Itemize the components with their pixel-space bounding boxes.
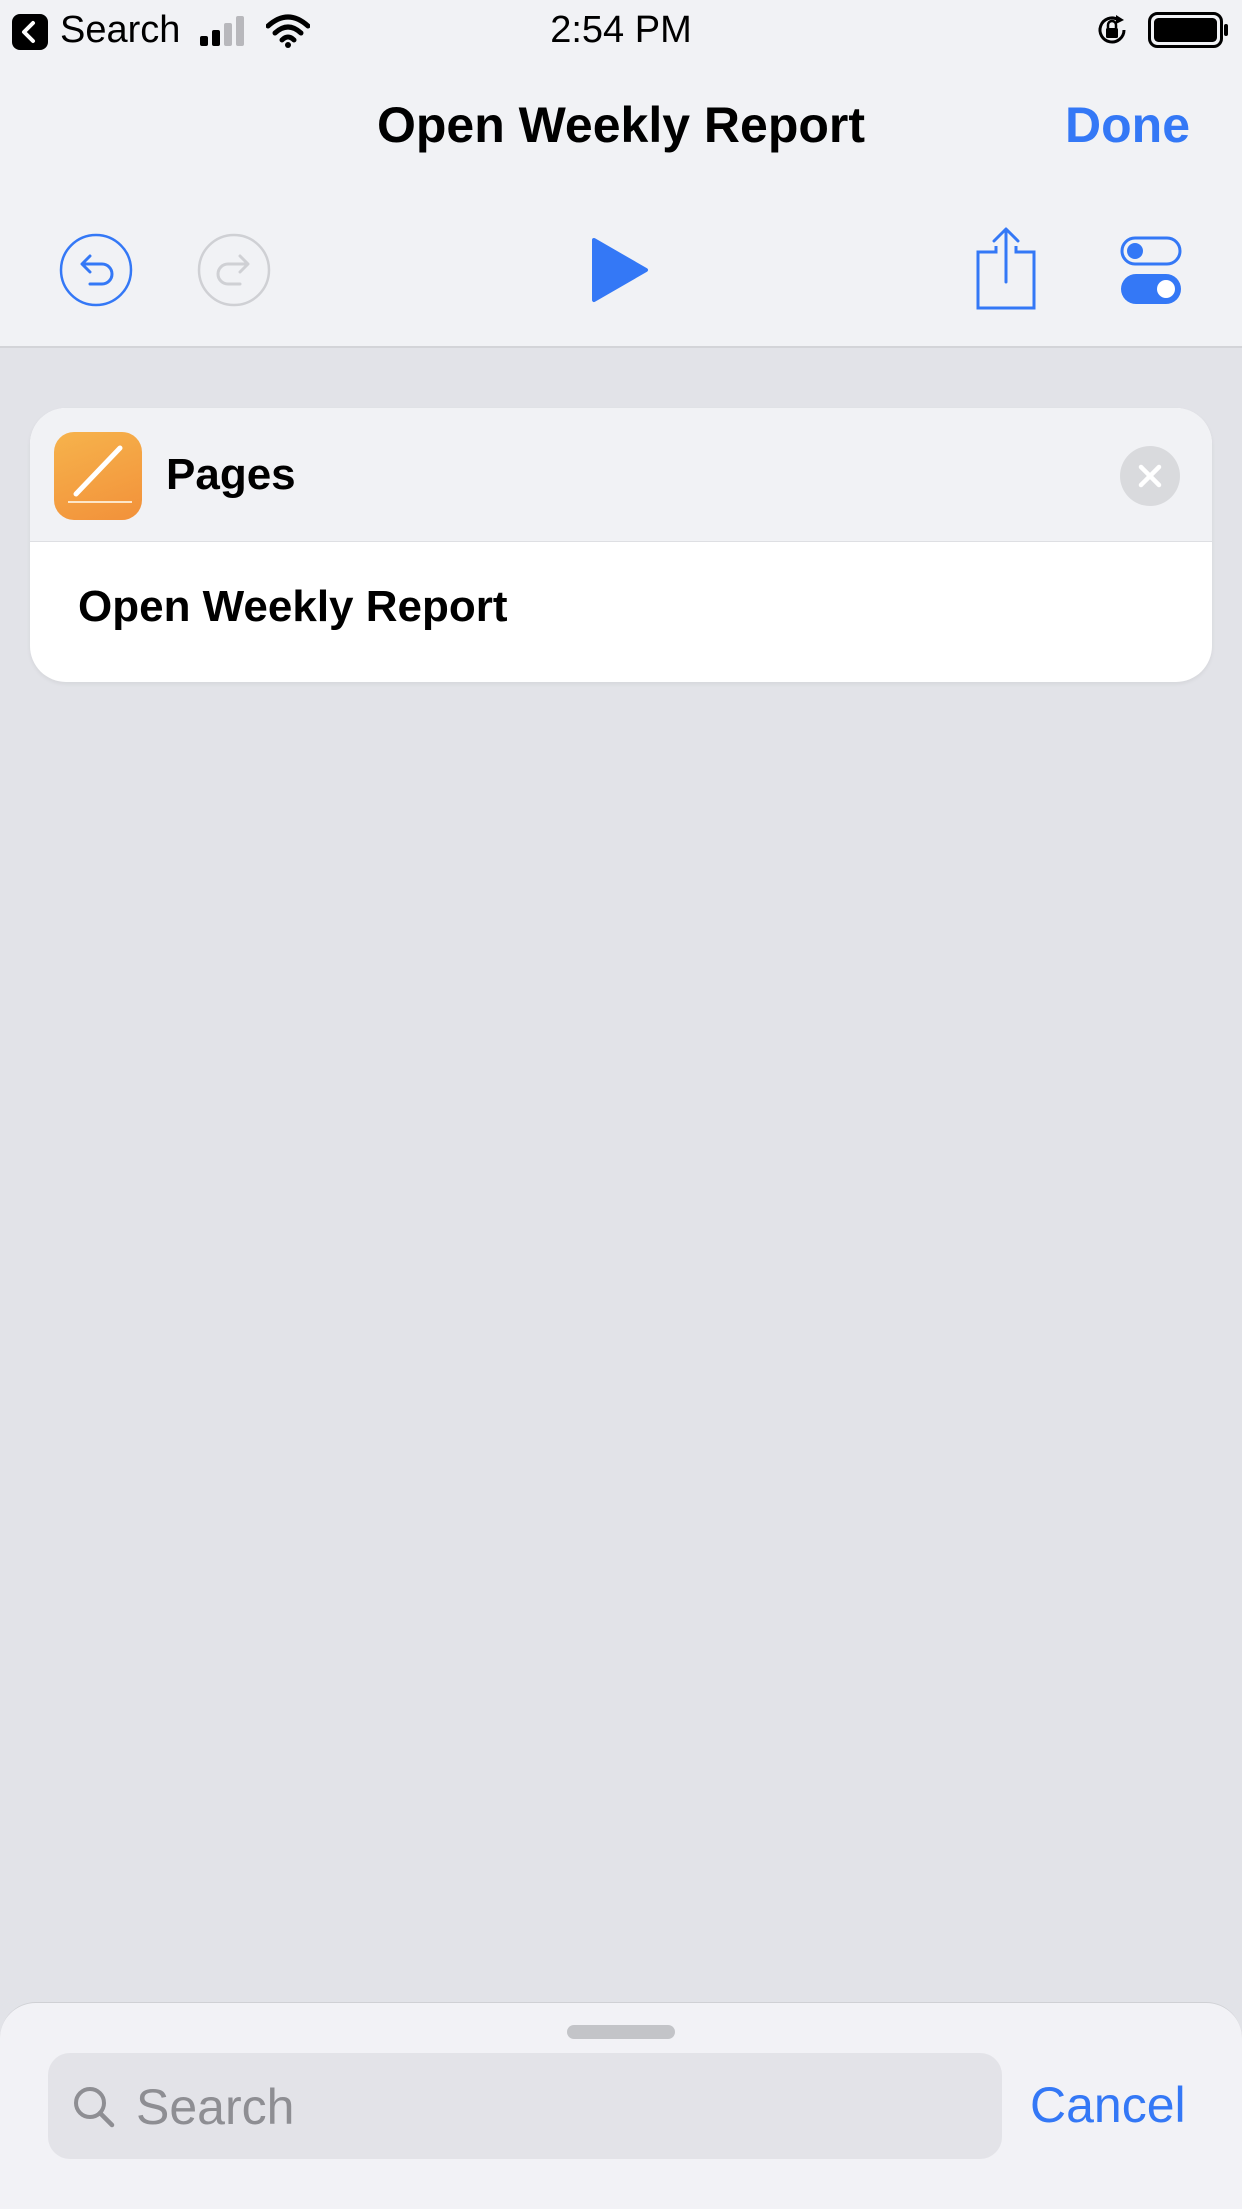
search-input[interactable]: Search	[48, 2053, 1002, 2159]
status-bar: Search 2:54 PM	[0, 0, 1242, 60]
status-back-label[interactable]: Search	[60, 8, 180, 52]
play-icon[interactable]	[590, 236, 650, 304]
action-card[interactable]: Pages Open Weekly Report	[30, 408, 1212, 682]
battery-icon	[1148, 12, 1228, 48]
status-time: 2:54 PM	[550, 9, 692, 51]
bottom-sheet: Search Cancel	[0, 2002, 1242, 2209]
page-title: Open Weekly Report	[376, 97, 866, 153]
action-card-header: Pages	[30, 408, 1212, 542]
undo-icon[interactable]	[58, 232, 134, 308]
wifi-icon	[266, 14, 310, 48]
back-arrow-icon[interactable]	[12, 14, 48, 50]
action-app-name: Pages	[166, 450, 296, 499]
orientation-lock-icon	[1098, 15, 1126, 44]
search-placeholder: Search	[136, 2079, 295, 2135]
settings-toggle-icon[interactable]	[1120, 234, 1182, 306]
remove-action-button[interactable]	[1120, 446, 1180, 506]
cancel-button[interactable]: Cancel	[1030, 2075, 1186, 2135]
redo-icon[interactable]	[196, 232, 272, 308]
cellular-signal-icon	[200, 16, 244, 46]
sheet-grabber-handle[interactable]	[567, 2025, 675, 2039]
search-icon	[74, 2087, 115, 2128]
pages-app-icon	[54, 432, 142, 520]
action-parameter-label[interactable]: Open Weekly Report	[78, 580, 508, 634]
done-button[interactable]: Done	[1040, 95, 1190, 155]
close-icon	[1138, 464, 1162, 488]
share-icon[interactable]	[974, 226, 1038, 312]
